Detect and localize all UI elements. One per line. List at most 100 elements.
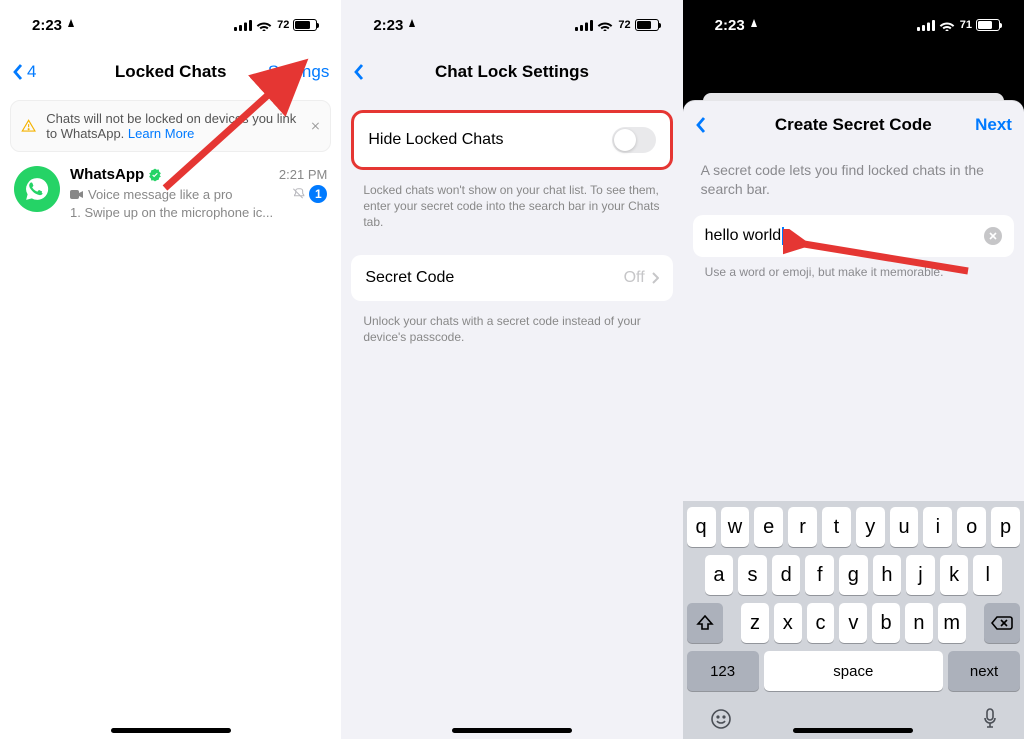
nav-bar: Chat Lock Settings (341, 50, 682, 94)
key-y[interactable]: y (856, 507, 885, 547)
status-bar: 2:23 71 (683, 0, 1024, 50)
close-icon (989, 232, 997, 240)
create-secret-code-screen: 2:23 71 Create Secret Code Next A secret… (683, 0, 1024, 739)
chevron-right-icon (651, 271, 659, 285)
locked-chats-screen: 2:23 72 4 Locked Chats Settings Chats wi… (0, 0, 341, 739)
key-e[interactable]: e (754, 507, 783, 547)
backspace-key[interactable] (984, 603, 1020, 643)
ios-keyboard[interactable]: qwertyuiop asdfghjkl zxcvbnm 123 space n… (683, 501, 1024, 739)
chevron-left-icon (695, 116, 706, 134)
key-a[interactable]: a (705, 555, 734, 595)
key-r[interactable]: r (788, 507, 817, 547)
backspace-icon (991, 615, 1013, 631)
chevron-left-icon (12, 63, 23, 81)
key-t[interactable]: t (822, 507, 851, 547)
battery-icon (293, 19, 317, 31)
key-w[interactable]: w (721, 507, 750, 547)
numbers-key[interactable]: 123 (687, 651, 759, 691)
chat-name: WhatsApp (70, 166, 162, 183)
close-icon[interactable] (311, 119, 320, 133)
row-footnote: Locked chats won't show on your chat lis… (341, 176, 682, 249)
key-p[interactable]: p (991, 507, 1020, 547)
info-banner: Chats will not be locked on devices you … (10, 100, 331, 152)
key-j[interactable]: j (906, 555, 935, 595)
key-k[interactable]: k (940, 555, 969, 595)
home-indicator (452, 728, 572, 733)
warning-icon (21, 114, 36, 138)
key-l[interactable]: l (973, 555, 1002, 595)
battery-icon (976, 19, 1000, 31)
wifi-icon (597, 20, 613, 31)
page-title: Chat Lock Settings (341, 62, 682, 82)
key-g[interactable]: g (839, 555, 868, 595)
chat-row[interactable]: WhatsApp 2:21 PM Voice message like a pr… (0, 158, 341, 228)
secret-code-input[interactable]: hello world (705, 227, 781, 245)
battery-percent: 71 (960, 19, 972, 31)
key-h[interactable]: h (873, 555, 902, 595)
whatsapp-avatar (14, 166, 60, 212)
key-q[interactable]: q (687, 507, 716, 547)
location-icon (407, 19, 417, 31)
dictation-key-icon[interactable] (982, 707, 998, 731)
nav-bar: Create Secret Code Next (683, 103, 1024, 147)
clear-input-button[interactable] (984, 227, 1002, 245)
key-m[interactable]: m (938, 603, 966, 643)
back-button[interactable] (353, 63, 364, 81)
battery-percent: 72 (618, 19, 630, 31)
battery-icon (635, 19, 659, 31)
back-button[interactable]: 4 (12, 62, 36, 82)
back-button[interactable] (695, 116, 706, 134)
hide-locked-chats-row[interactable]: Hide Locked Chats (351, 110, 672, 170)
whatsapp-icon (24, 176, 50, 202)
description-text: A secret code lets you find locked chats… (683, 147, 1024, 215)
emoji-key-icon[interactable] (709, 707, 733, 731)
key-n[interactable]: n (905, 603, 933, 643)
signal-icon (234, 20, 252, 31)
row-label: Hide Locked Chats (368, 131, 503, 149)
secret-code-row[interactable]: Secret Code Off (351, 255, 672, 301)
next-button[interactable]: Next (975, 115, 1012, 135)
shift-icon (696, 615, 714, 631)
home-indicator (793, 728, 913, 733)
banner-text: Chats will not be locked on devices you … (46, 111, 301, 141)
key-f[interactable]: f (805, 555, 834, 595)
row-value: Off (624, 269, 645, 287)
status-time: 2:23 (715, 17, 745, 34)
sheet-handle (703, 93, 1004, 101)
settings-button[interactable]: Settings (268, 62, 329, 82)
space-key[interactable]: space (764, 651, 944, 691)
toggle-switch[interactable] (612, 127, 656, 153)
key-s[interactable]: s (738, 555, 767, 595)
key-u[interactable]: u (890, 507, 919, 547)
key-x[interactable]: x (774, 603, 802, 643)
key-z[interactable]: z (741, 603, 769, 643)
location-icon (749, 19, 759, 31)
key-o[interactable]: o (957, 507, 986, 547)
text-cursor (782, 227, 784, 245)
back-count: 4 (27, 62, 36, 82)
status-time: 2:23 (373, 17, 403, 34)
chat-time: 2:21 PM (279, 167, 327, 182)
key-d[interactable]: d (772, 555, 801, 595)
page-title: Create Secret Code (683, 115, 1024, 135)
chevron-left-icon (353, 63, 364, 81)
key-v[interactable]: v (839, 603, 867, 643)
chat-preview: 1. Swipe up on the microphone ic... (70, 205, 327, 220)
key-c[interactable]: c (807, 603, 835, 643)
unread-badge: 1 (309, 185, 327, 203)
learn-more-link[interactable]: Learn More (128, 126, 194, 141)
shift-key[interactable] (687, 603, 723, 643)
key-i[interactable]: i (923, 507, 952, 547)
chat-subject: Voice message like a pro (88, 187, 287, 202)
signal-icon (575, 20, 593, 31)
row-footnote: Unlock your chats with a secret code ins… (341, 307, 682, 363)
keyboard-next-key[interactable]: next (948, 651, 1020, 691)
wifi-icon (256, 20, 272, 31)
key-b[interactable]: b (872, 603, 900, 643)
secret-code-input-container[interactable]: hello world (693, 215, 1014, 257)
wifi-icon (939, 20, 955, 31)
status-bar: 2:23 72 (341, 0, 682, 50)
muted-icon (291, 187, 305, 201)
battery-percent: 72 (277, 19, 289, 31)
signal-icon (917, 20, 935, 31)
